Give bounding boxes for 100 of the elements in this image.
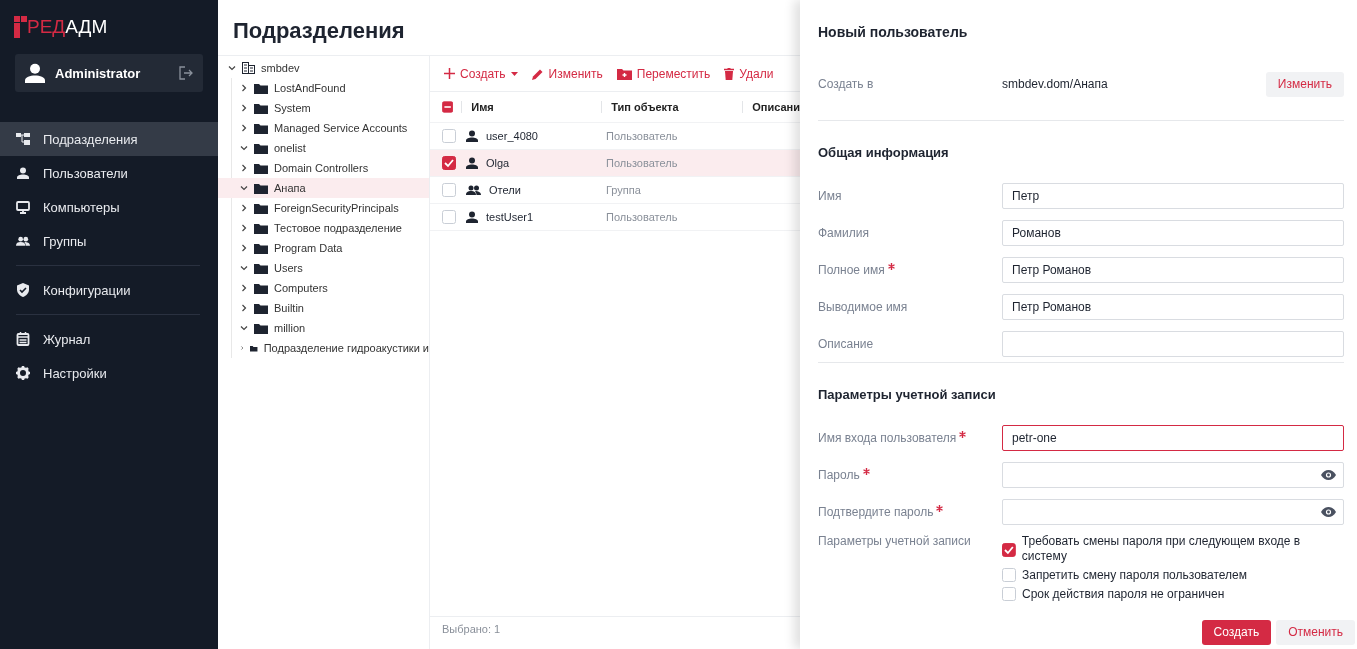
chevron-right-icon[interactable] bbox=[240, 84, 248, 92]
input-field[interactable]: Петр bbox=[1002, 182, 1344, 209]
folder-icon bbox=[254, 322, 268, 334]
chevron-right-icon[interactable] bbox=[240, 104, 248, 112]
person-icon bbox=[25, 63, 45, 83]
chevron-right-icon[interactable] bbox=[240, 224, 248, 232]
asterisk-icon bbox=[887, 262, 895, 270]
input-field[interactable]: Романов bbox=[1002, 219, 1344, 246]
tree-item[interactable]: Users bbox=[232, 258, 429, 278]
table-cell: Olga bbox=[466, 157, 606, 169]
table-cell-text: Пользователь bbox=[606, 211, 679, 223]
folder-icon bbox=[254, 142, 268, 154]
folder-icon bbox=[616, 67, 632, 80]
chevron-right-icon[interactable] bbox=[240, 204, 248, 212]
asterisk-icon bbox=[959, 430, 967, 438]
folder-icon bbox=[254, 82, 268, 94]
toolbar-button[interactable]: Удали bbox=[724, 66, 774, 81]
folder-icon bbox=[254, 122, 268, 134]
folder-icon bbox=[254, 262, 268, 274]
trash-icon bbox=[724, 67, 735, 80]
tree-item[interactable]: Builtin bbox=[232, 298, 429, 318]
chevron-right-icon[interactable] bbox=[240, 244, 248, 252]
tree-item[interactable]: Анапа bbox=[218, 178, 429, 198]
people-icon bbox=[16, 236, 30, 246]
caret-icon bbox=[510, 71, 518, 76]
chevron-right-icon[interactable] bbox=[240, 344, 245, 352]
eye-icon[interactable] bbox=[1321, 469, 1336, 480]
logout-icon[interactable] bbox=[179, 66, 193, 80]
panel-title: Новый пользователь bbox=[818, 23, 969, 42]
page-title: Подразделения bbox=[218, 0, 800, 56]
nav-item[interactable]: Настройки bbox=[0, 356, 218, 390]
input-field[interactable] bbox=[1002, 330, 1344, 357]
checkbox-label: Срок действия пароля не ограничен bbox=[1022, 587, 1225, 602]
table-cell: user_4080 bbox=[466, 130, 606, 142]
tree-item[interactable]: Computers bbox=[232, 278, 429, 298]
selection-count: Выбрано: 1 bbox=[442, 623, 501, 635]
chevron-down-icon[interactable] bbox=[240, 184, 248, 192]
tree-item[interactable]: System bbox=[232, 98, 429, 118]
field-label: Пароль bbox=[818, 467, 870, 482]
tree-item[interactable]: ForeignSecurityPrincipals bbox=[232, 198, 429, 218]
building-icon bbox=[242, 62, 255, 74]
cancel-button[interactable]: Отменить bbox=[1276, 620, 1355, 645]
field-label: Полное имя bbox=[818, 262, 895, 277]
chevron-right-icon[interactable] bbox=[240, 124, 248, 132]
chevron-down-icon[interactable] bbox=[240, 144, 248, 152]
section-title: Общая информация bbox=[818, 144, 950, 162]
input-field[interactable]: petr-one bbox=[1002, 424, 1344, 451]
tree-item[interactable]: Тестовое подразделение bbox=[232, 218, 429, 238]
toolbar-button[interactable]: Создать bbox=[444, 66, 518, 81]
settings-icon bbox=[16, 366, 30, 380]
input-field[interactable]: Петр Романов bbox=[1002, 293, 1344, 320]
nav-item[interactable]: Подразделения bbox=[0, 122, 218, 156]
chevron-right-icon[interactable] bbox=[240, 284, 248, 292]
change-button[interactable]: Изменить bbox=[1265, 71, 1344, 97]
checkbox-label: Запретить смену пароля пользователем bbox=[1022, 568, 1248, 583]
checkbox-label: Требовать смены пароля при следующем входе в систему bbox=[1021, 534, 1302, 564]
tree-item[interactable]: LostAndFound bbox=[232, 78, 429, 98]
field-label: Выводимое имя bbox=[818, 299, 908, 314]
nav-item[interactable]: Пользователи bbox=[0, 156, 218, 190]
column-header[interactable]: Имя bbox=[461, 101, 602, 113]
hierarchy-icon bbox=[16, 133, 30, 145]
nav-item[interactable]: Компьютеры bbox=[0, 190, 218, 224]
folder-icon bbox=[254, 302, 268, 314]
table-cell-text: Пользователь bbox=[606, 157, 679, 169]
checkbox[interactable] bbox=[1002, 543, 1016, 557]
create-button[interactable]: Создать bbox=[1201, 620, 1272, 645]
section-title: Параметры учетной записи bbox=[818, 386, 997, 404]
tree-item[interactable]: onelist bbox=[232, 138, 429, 158]
checkbox[interactable] bbox=[442, 156, 456, 170]
logo: РЕДАДМ bbox=[14, 16, 108, 38]
people-icon bbox=[466, 185, 481, 195]
checkbox[interactable] bbox=[442, 100, 454, 114]
person-icon bbox=[16, 167, 30, 179]
tree-item[interactable]: Подразделение гидроакустики и bbox=[232, 338, 429, 358]
tree-item[interactable]: million bbox=[232, 318, 429, 338]
toolbar-button[interactable]: Переместить bbox=[616, 66, 711, 81]
folder-icon bbox=[254, 102, 268, 114]
tree-item[interactable]: Managed Service Accounts bbox=[232, 118, 429, 138]
chevron-right-icon[interactable] bbox=[240, 164, 248, 172]
eye-icon[interactable] bbox=[1321, 506, 1336, 517]
table-cell: testUser1 bbox=[466, 211, 606, 223]
tree-item[interactable]: Program Data bbox=[232, 238, 429, 258]
table-cell: Отели bbox=[466, 184, 606, 196]
chevron-down-icon[interactable] bbox=[240, 264, 248, 272]
person-icon bbox=[466, 130, 478, 142]
asterisk-icon bbox=[862, 467, 870, 475]
nav-item[interactable]: Группы bbox=[0, 224, 218, 258]
toolbar-button[interactable]: Изменить bbox=[531, 66, 603, 81]
chevron-right-icon[interactable] bbox=[240, 304, 248, 312]
input-field[interactable]: Петр Романов bbox=[1002, 256, 1344, 283]
chevron-down-icon[interactable] bbox=[228, 64, 236, 72]
chevron-down-icon[interactable] bbox=[240, 324, 248, 332]
folder-icon bbox=[254, 202, 268, 214]
column-header[interactable]: Тип объекта bbox=[601, 101, 743, 113]
tree-item[interactable]: Domain Controllers bbox=[232, 158, 429, 178]
tree-item[interactable]: smbdev bbox=[218, 58, 429, 78]
shield-icon bbox=[16, 283, 30, 297]
field-label: Фамилия bbox=[818, 225, 869, 240]
password-field[interactable] bbox=[1002, 461, 1344, 488]
password-field[interactable] bbox=[1002, 498, 1344, 525]
